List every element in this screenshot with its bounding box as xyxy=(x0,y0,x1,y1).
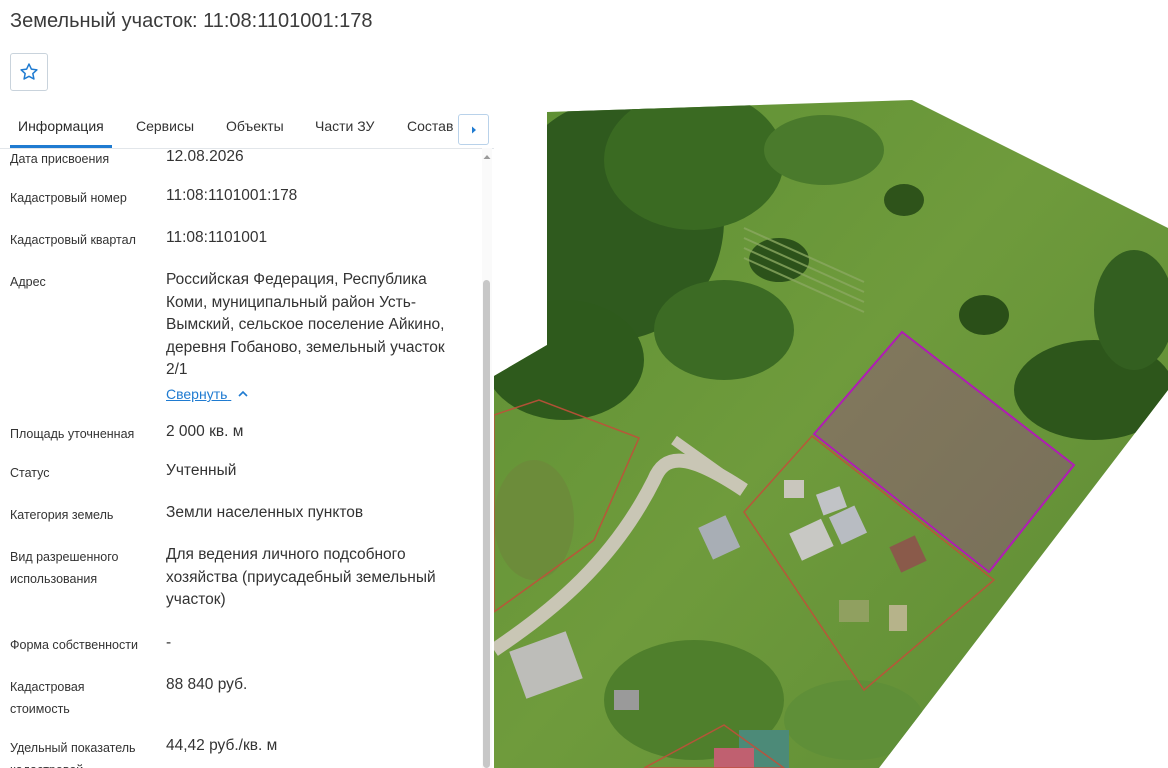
favorite-button[interactable] xyxy=(10,53,48,91)
scrollbar-thumb[interactable] xyxy=(483,280,490,768)
collapse-link-label: Свернуть xyxy=(166,386,228,402)
field-value: 11:08:1101001 xyxy=(166,229,268,246)
field-label: Дата присвоения xyxy=(10,152,110,166)
field-label: Кадастровый квартал xyxy=(10,233,136,247)
field-label: Форма собственности xyxy=(10,638,138,652)
info-panel: Дата присвоения 12.08.2026 Кадастровый н… xyxy=(0,148,480,768)
satellite-map[interactable] xyxy=(494,0,1168,768)
field-value: 88 840 руб. xyxy=(166,676,248,693)
field-label: Кадастровая стоимость xyxy=(10,680,85,716)
field-label: Адрес xyxy=(10,275,46,289)
field-value: 44,42 руб./кв. м xyxy=(166,737,278,754)
field-value: Учтенный xyxy=(166,462,237,479)
tab-objects[interactable]: Объекты xyxy=(226,118,284,134)
tab-information[interactable]: Информация xyxy=(18,118,104,134)
scroll-up-arrow-icon[interactable] xyxy=(482,152,492,162)
tab-parcel-parts[interactable]: Части ЗУ xyxy=(315,118,374,134)
field-label: Кадастровый номер xyxy=(10,191,127,205)
page-title: Земельный участок: 11:08:1101001:178 xyxy=(10,10,373,32)
field-value: Для ведения личного подсобного хозяйства… xyxy=(166,546,436,608)
map-canvas[interactable] xyxy=(494,0,1168,768)
field-label: Площадь уточненная xyxy=(10,427,135,441)
satellite-imagery xyxy=(494,100,1168,768)
field-value: 12.08.2026 xyxy=(166,148,244,165)
field-value: 11:08:1101001:178 xyxy=(166,187,298,204)
field-value: Земли населенных пунктов xyxy=(166,504,364,521)
star-icon xyxy=(20,63,38,80)
field-value: - xyxy=(166,634,172,651)
field-label: Статус xyxy=(10,466,50,480)
field-value: Российская Федерация, Республика Коми, м… xyxy=(166,271,445,378)
chevron-up-icon xyxy=(238,390,248,397)
collapse-link[interactable]: Свернуть xyxy=(166,386,249,402)
field-label: Удельный показатель кадастровой xyxy=(10,741,136,768)
chevron-right-icon xyxy=(471,126,476,133)
field-label: Вид разрешенного использования xyxy=(10,550,119,586)
tab-bar: Информация Сервисы Объекты Части ЗУ Сост… xyxy=(0,108,494,149)
tab-services[interactable]: Сервисы xyxy=(136,118,194,134)
field-label: Категория земель xyxy=(10,508,114,522)
tabs-next-button[interactable] xyxy=(458,114,489,145)
field-value: 2 000 кв. м xyxy=(166,423,244,440)
tab-composition[interactable]: Состав xyxy=(407,118,453,134)
